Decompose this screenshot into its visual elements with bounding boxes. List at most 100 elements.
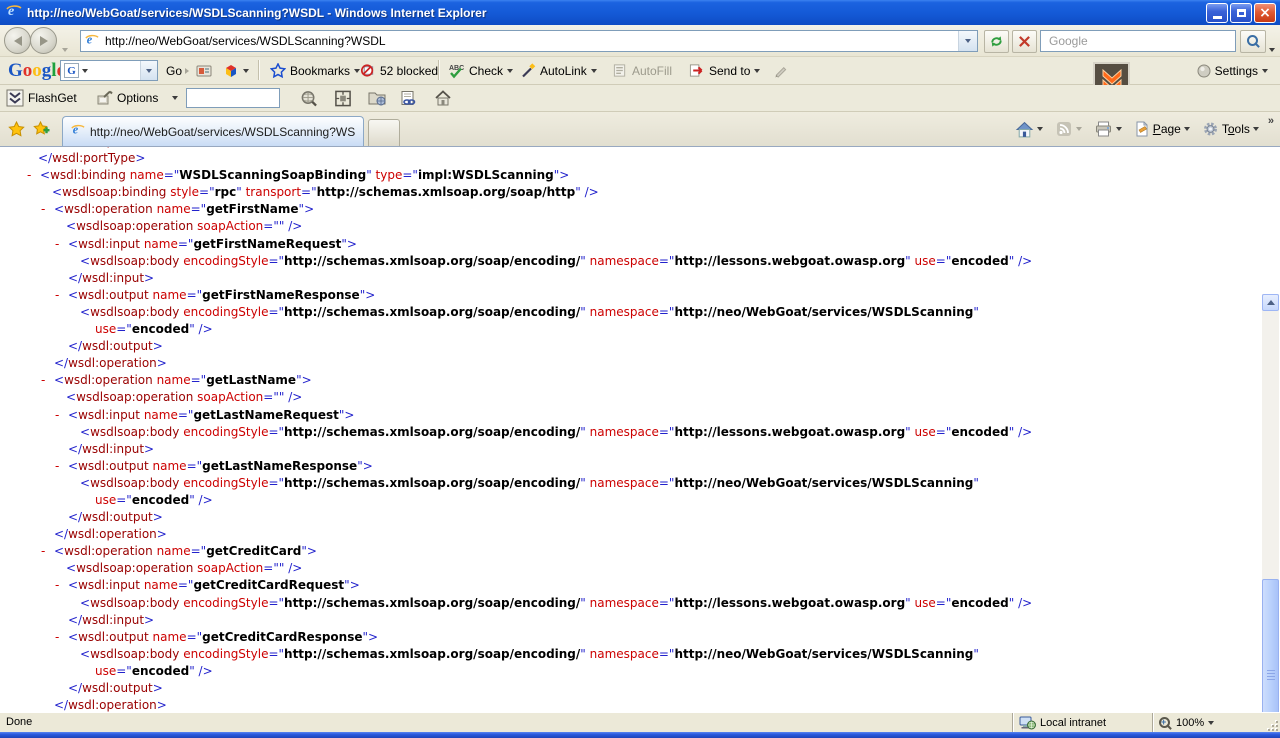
- g-dropdown-icon[interactable]: [82, 69, 88, 73]
- collapse-toggle[interactable]: -: [55, 236, 68, 253]
- flashget-sitesearch-icon[interactable]: [300, 85, 318, 111]
- address-dropdown-icon[interactable]: [958, 31, 977, 51]
- tab-bar: e http://neo/WebGoat/services/WSDLScanni…: [0, 112, 1280, 146]
- flashget-options-button[interactable]: Options: [96, 85, 158, 111]
- command-overflow-chevron[interactable]: »: [1268, 115, 1274, 127]
- google-search-dropdown-icon[interactable]: [140, 61, 157, 80]
- pagerank-cube-icon[interactable]: [222, 57, 249, 84]
- zoom-cell[interactable]: + 100%: [1152, 713, 1262, 733]
- history-dropdown-icon[interactable]: [62, 39, 68, 57]
- search-input[interactable]: [1047, 33, 1235, 49]
- feeds-button[interactable]: [1052, 119, 1085, 139]
- browser-window: e http://neo/WebGoat/services/WSDLScanni…: [0, 0, 1280, 738]
- settings-orb-icon: [1197, 64, 1211, 78]
- page-content: </wsdl:operation></wsdl:portType>-<wsdl:…: [0, 146, 1280, 712]
- xml-line: -<wsdl:operation name="getFirstName">: [0, 201, 1261, 218]
- back-button[interactable]: [4, 27, 31, 54]
- status-bar: Done Local intranet + 100%: [0, 712, 1280, 732]
- search-options-dropdown-icon[interactable]: [1269, 39, 1275, 57]
- xml-line: -<wsdl:output name="getFirstNameResponse…: [0, 287, 1261, 304]
- collapse-toggle[interactable]: -: [27, 167, 40, 184]
- xml-line: <wsdlsoap:operation soapAction="" />: [0, 560, 1261, 577]
- collapse-toggle[interactable]: -: [55, 287, 68, 304]
- home-button[interactable]: [1012, 119, 1046, 140]
- forward-button[interactable]: [30, 27, 57, 54]
- spellcheck-button[interactable]: ABC Check: [448, 57, 513, 84]
- collapse-toggle[interactable]: -: [55, 629, 68, 646]
- autofill-button[interactable]: AutoFill: [612, 57, 672, 84]
- taskbar-edge: [0, 732, 1280, 738]
- google-search-combo[interactable]: G: [60, 60, 158, 81]
- popup-blocked-icon: [360, 63, 376, 78]
- collapse-toggle[interactable]: -: [55, 458, 68, 475]
- close-button[interactable]: ×: [1254, 3, 1276, 23]
- address-input[interactable]: [103, 33, 958, 49]
- xml-line: <wsdlsoap:binding style="rpc" transport=…: [0, 184, 1261, 201]
- local-intranet-icon: [1019, 716, 1036, 730]
- google-search-input[interactable]: [90, 63, 140, 79]
- page-icon: [1134, 121, 1150, 137]
- xml-line: </wsdl:operation>: [0, 697, 1261, 712]
- highlighter-icon[interactable]: [772, 57, 788, 84]
- popup-blocker-button[interactable]: 52 blocked: [360, 57, 438, 84]
- tools-menu-button[interactable]: Tools: [1199, 119, 1262, 139]
- toolbar-settings-button[interactable]: Settings: [1197, 57, 1268, 84]
- minimize-button[interactable]: [1206, 3, 1228, 23]
- flashget-button[interactable]: FlashGet: [6, 85, 77, 111]
- ie-logo-icon: e: [6, 2, 22, 23]
- vertical-scrollbar[interactable]: [1262, 294, 1279, 712]
- address-field[interactable]: e: [80, 30, 978, 52]
- restore-button[interactable]: [1230, 3, 1252, 23]
- toolbar-expand-icon[interactable]: [184, 57, 190, 84]
- autofill-form-icon: [612, 63, 628, 78]
- navigation-bar: e: [0, 25, 1280, 57]
- xml-line: -<wsdl:operation name="getLastName">: [0, 372, 1261, 389]
- toolbar-separator: [258, 60, 260, 80]
- flashget-folder-icon[interactable]: [368, 85, 387, 111]
- add-favorite-button[interactable]: [33, 121, 50, 142]
- new-tab-button[interactable]: [368, 119, 400, 147]
- logo-letter: g: [42, 60, 52, 81]
- flashget-search-box[interactable]: [186, 88, 280, 108]
- scroll-up-button[interactable]: [1262, 294, 1279, 311]
- collapse-toggle[interactable]: -: [41, 543, 54, 560]
- title-bar: e http://neo/WebGoat/services/WSDLScanni…: [0, 0, 1280, 25]
- flashget-capture-icon[interactable]: [334, 85, 352, 111]
- stop-button[interactable]: [1012, 30, 1037, 53]
- flashget-link-page-icon[interactable]: [400, 85, 417, 111]
- favorites-center-button[interactable]: [8, 121, 25, 142]
- search-box[interactable]: [1040, 30, 1236, 52]
- bookmarks-button[interactable]: Bookmarks: [270, 57, 360, 84]
- xml-line: -<wsdl:output name="getCreditCardRespons…: [0, 629, 1261, 646]
- tab-active[interactable]: e http://neo/WebGoat/services/WSDLScanni…: [62, 116, 364, 146]
- print-button[interactable]: [1091, 119, 1125, 139]
- printer-icon: [1094, 121, 1113, 137]
- home-icon: [1015, 121, 1034, 138]
- flashget-options-dropdown-icon[interactable]: [172, 85, 178, 111]
- xml-line: <wsdlsoap:body encodingStyle="http://sch…: [0, 595, 1261, 612]
- page-menu-button[interactable]: Page: [1131, 119, 1193, 139]
- collapse-toggle[interactable]: -: [55, 577, 68, 594]
- collapse-toggle[interactable]: -: [41, 201, 54, 218]
- security-zone-cell: Local intranet: [1012, 713, 1152, 733]
- refresh-button[interactable]: [984, 30, 1009, 53]
- tools-menu-label: Tools: [1222, 122, 1250, 136]
- resize-grip[interactable]: [1266, 719, 1278, 731]
- flashget-search-input[interactable]: [190, 90, 279, 106]
- collapse-toggle[interactable]: -: [55, 407, 68, 424]
- zoom-dropdown-icon[interactable]: [1208, 721, 1214, 725]
- xml-line: </wsdl:input>: [0, 612, 1261, 629]
- news-card-icon[interactable]: [196, 57, 213, 84]
- abc-check-icon: ABC: [448, 63, 465, 79]
- google-go-button[interactable]: Go: [166, 57, 182, 84]
- search-button[interactable]: [1240, 30, 1266, 53]
- flashget-home-icon[interactable]: [434, 85, 452, 111]
- autolink-button[interactable]: AutoLink: [520, 57, 597, 84]
- google-g-icon: G: [64, 63, 79, 78]
- xml-line: <wsdlsoap:body encodingStyle="http://sch…: [0, 424, 1261, 441]
- status-text: Done: [6, 716, 32, 728]
- tab-title: http://neo/WebGoat/services/WSDLScanning…: [90, 125, 355, 139]
- sendto-button[interactable]: Send to: [688, 57, 760, 84]
- collapse-toggle[interactable]: -: [41, 372, 54, 389]
- scrollbar-thumb[interactable]: [1262, 579, 1279, 712]
